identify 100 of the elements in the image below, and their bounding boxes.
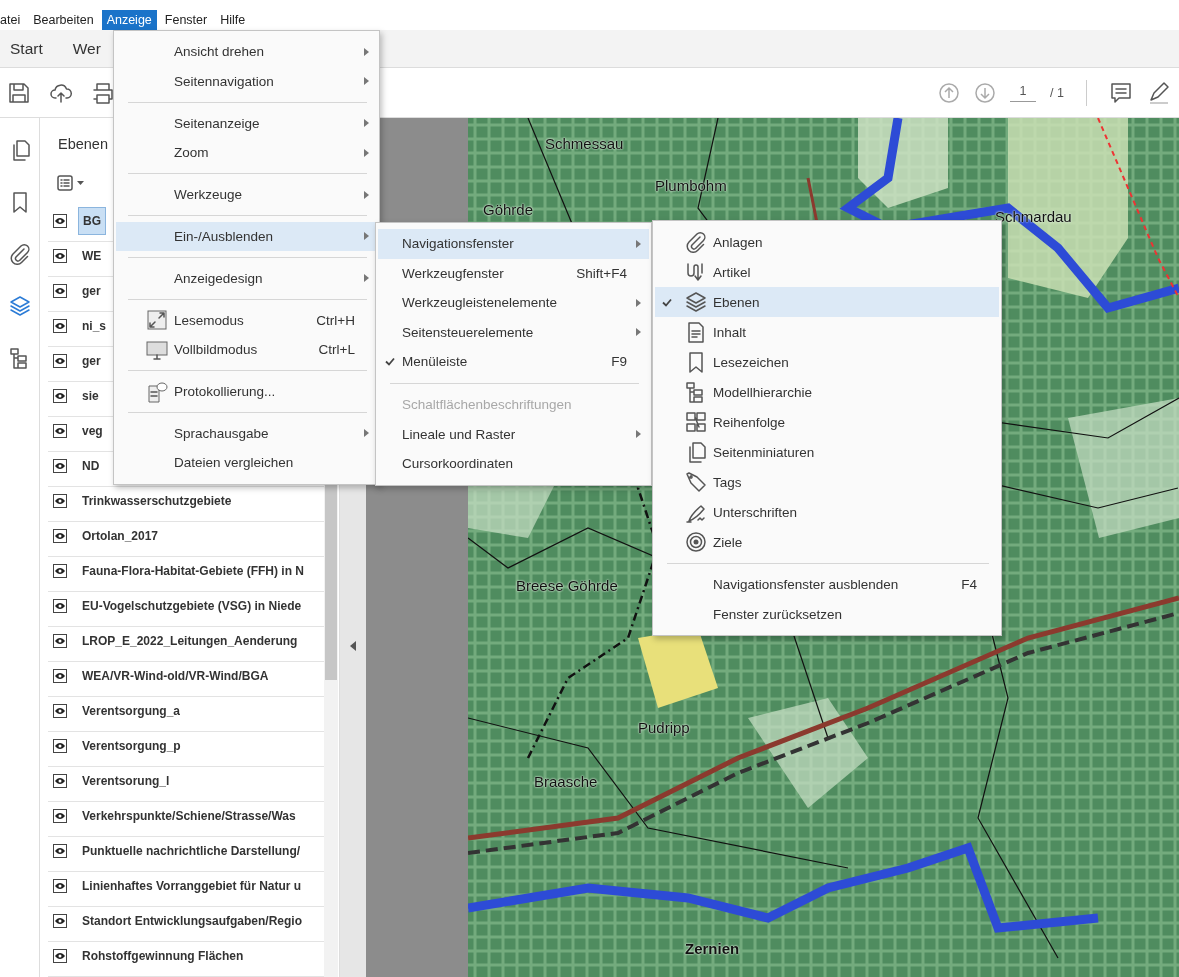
eye-toggle-icon[interactable] <box>53 564 67 578</box>
eye-toggle-icon[interactable] <box>53 214 67 228</box>
tab[interactable]: Start <box>10 39 43 58</box>
menu-item[interactable]: Seitennavigation <box>116 66 377 96</box>
menu-item[interactable]: Werkzeuge <box>116 179 377 210</box>
eye-toggle-icon[interactable] <box>53 774 67 788</box>
eye-toggle-icon[interactable] <box>53 249 67 263</box>
layer-name[interactable]: Linienhaftes Vorranggebiet für Natur u <box>78 873 306 899</box>
eye-toggle-icon[interactable] <box>53 704 67 718</box>
save-icon[interactable] <box>8 81 30 104</box>
expand-icon <box>146 309 168 332</box>
menu-item[interactable]: Menüleiste F9 <box>378 347 649 377</box>
layer-name[interactable]: ni_s <box>78 313 110 339</box>
menu-item[interactable]: Tags <box>655 467 999 497</box>
layer-name[interactable]: ND <box>78 453 104 479</box>
menu-item[interactable]: Zoom <box>116 137 377 168</box>
menu-item[interactable]: Navigationsfenster ausblenden F4 <box>655 569 999 599</box>
menu-item[interactable]: Artikel <box>655 257 999 287</box>
eye-toggle-icon[interactable] <box>53 424 67 438</box>
menu-item[interactable]: Ebenen <box>655 287 999 317</box>
printer-icon[interactable] <box>92 81 114 104</box>
menu-item[interactable]: Unterschriften <box>655 497 999 527</box>
eye-toggle-icon[interactable] <box>53 669 67 683</box>
menu-item[interactable]: Lineale und Raster <box>378 419 649 449</box>
eye-toggle-icon[interactable] <box>53 914 67 928</box>
document-icon <box>685 321 707 343</box>
layer-name[interactable]: Fauna-Flora-Habitat-Gebiete (FFH) in N <box>78 558 308 584</box>
menu-item[interactable]: Reihenfolge <box>655 407 999 437</box>
paperclip-icon[interactable] <box>8 243 31 265</box>
menu-item[interactable]: Navigationsfenster <box>378 229 649 259</box>
eye-toggle-icon[interactable] <box>53 319 67 333</box>
menu-item[interactable]: Dateien vergleichen <box>116 448 377 478</box>
comment-icon[interactable] <box>1109 80 1133 105</box>
menu-bar-item[interactable]: atei <box>0 10 26 30</box>
layer-name[interactable]: veg <box>78 418 107 444</box>
layer-name[interactable]: Verentsorgung_p <box>78 733 185 759</box>
eye-toggle-icon[interactable] <box>53 354 67 368</box>
page-number-field[interactable]: 1 <box>1010 83 1037 102</box>
menu-item[interactable]: Lesezeichen <box>655 347 999 377</box>
eye-toggle-icon[interactable] <box>53 494 67 508</box>
layer-name[interactable]: Punktuelle nachrichtliche Darstellung/ <box>78 838 305 864</box>
menu-bar-item[interactable]: Bearbeiten <box>28 10 99 30</box>
layer-name[interactable]: Verkehrspunkte/Schiene/Strasse/Was <box>78 803 300 829</box>
layer-name[interactable]: WE <box>78 243 106 269</box>
menu-item[interactable]: Ziele <box>655 527 999 557</box>
eye-toggle-icon[interactable] <box>53 809 67 823</box>
eye-toggle-icon[interactable] <box>53 739 67 753</box>
layer-name[interactable]: ger <box>78 348 105 374</box>
menu-bar-item[interactable]: Hilfe <box>215 10 251 30</box>
layer-name[interactable]: Ortolan_2017 <box>78 523 163 549</box>
eye-toggle-icon[interactable] <box>53 879 67 893</box>
layer-name[interactable]: Trinkwasserschutzgebiete <box>78 488 236 514</box>
layers-icon[interactable] <box>8 295 31 317</box>
menu-item[interactable]: Lesemodus Ctrl+H <box>116 305 377 335</box>
layer-name[interactable]: sie <box>78 383 103 409</box>
eye-toggle-icon[interactable] <box>53 389 67 403</box>
tab[interactable]: Wer <box>72 39 101 58</box>
eye-toggle-icon[interactable] <box>53 529 67 543</box>
panel-title: Ebenen <box>58 136 108 154</box>
menu-item[interactable]: Cursorkoordinaten <box>378 449 649 479</box>
eye-toggle-icon[interactable] <box>53 949 67 963</box>
menu-item[interactable]: Ansicht drehen <box>116 37 377 67</box>
menu-item[interactable]: Seitenanzeige <box>116 108 377 138</box>
menu-item[interactable]: Modellhierarchie <box>655 377 999 407</box>
layer-name[interactable]: WEA/VR-Wind-old/VR-Wind/BGA <box>78 663 273 689</box>
highlighter-pen-icon[interactable] <box>1147 80 1171 105</box>
collapse-arrow-icon[interactable] <box>350 641 356 651</box>
eye-toggle-icon[interactable] <box>53 844 67 858</box>
menu-item[interactable]: Vollbildmodus Ctrl+L <box>116 334 377 365</box>
submenu-arrow-icon <box>635 430 641 439</box>
submenu-arrow-icon <box>363 148 369 157</box>
layer-name[interactable]: Standort Entwicklungsaufgaben/Regio <box>78 908 306 934</box>
eye-toggle-icon[interactable] <box>53 599 67 613</box>
layer-name[interactable]: BG <box>78 207 106 235</box>
menu-item[interactable]: Werkzeugleistenelemente <box>378 288 649 318</box>
menu-item[interactable]: Protokollierung... <box>116 376 377 407</box>
document-chat-icon <box>146 380 168 403</box>
layer-name[interactable]: Verentsorung_l <box>78 768 174 794</box>
layer-name[interactable]: Rohstoffgewinnung Flächen <box>78 943 248 969</box>
menu-item[interactable]: Anlagen <box>655 227 999 257</box>
layer-name[interactable]: ger <box>78 278 105 304</box>
eye-toggle-icon[interactable] <box>53 459 67 473</box>
menu-bar-item[interactable]: Anzeige <box>101 10 157 30</box>
eye-toggle-icon[interactable] <box>53 634 67 648</box>
menu-item[interactable]: Werkzeugfenster Shift+F4 <box>378 258 649 288</box>
submenu-arrow-icon <box>363 190 369 199</box>
menu-item[interactable]: Anzeigedesign <box>116 263 377 294</box>
menu-item[interactable]: Inhalt <box>655 317 999 347</box>
menu-bar-item[interactable]: Fenster <box>159 10 213 30</box>
layer-name[interactable]: LROP_E_2022_Leitungen_Aenderung <box>78 628 302 654</box>
map-label: Breese Göhrde <box>516 577 618 594</box>
layer-name[interactable]: Verentsorgung_a <box>78 698 185 724</box>
eye-toggle-icon[interactable] <box>53 284 67 298</box>
cloud-upload-icon[interactable] <box>50 81 72 104</box>
menu-item[interactable]: Seitenminiaturen <box>655 437 999 467</box>
menu-item[interactable]: Seitensteuerelemente <box>378 317 649 347</box>
menu-item[interactable]: Fenster zurücksetzen <box>655 599 999 629</box>
menu-item[interactable]: Sprachausgabe <box>116 418 377 449</box>
layer-name[interactable]: EU-Vogelschutzgebiete (VSG) in Niede <box>78 593 306 619</box>
menu-item[interactable]: Ein-/Ausblenden <box>116 221 377 252</box>
